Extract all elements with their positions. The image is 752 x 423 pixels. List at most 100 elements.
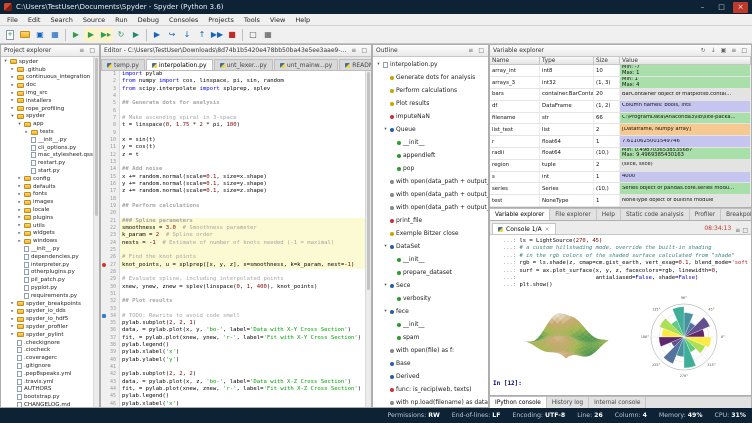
project-tree-item[interactable]: .checkignore — [1, 339, 93, 347]
run-icon[interactable]: ▶ — [69, 28, 83, 42]
dock-tab-static-code-analysis[interactable]: Static code analysis — [621, 209, 690, 220]
project-tree-item[interactable]: ▸continuous_integration — [1, 74, 93, 82]
gutter-line-number[interactable]: 32 — [101, 298, 120, 305]
project-tree-item[interactable]: dependencies.py — [1, 253, 93, 261]
project-tree-item[interactable]: ▸defaults — [1, 183, 93, 191]
editor-line[interactable]: 8t = linspace(0, 1.75 * 2 * pi, 100) — [101, 122, 365, 129]
outline-item[interactable]: ▾Queue — [373, 123, 488, 136]
project-tree-item[interactable]: .pep8speaks.yml — [1, 370, 93, 378]
project-tree-item[interactable]: pyplot.py — [1, 284, 93, 292]
project-scrollbar[interactable] — [93, 57, 99, 407]
gutter-line-number[interactable]: 38 — [101, 342, 120, 349]
project-tree-item[interactable]: ▸plugins — [1, 214, 93, 222]
outline-item[interactable]: Derived — [373, 370, 488, 383]
outline-item[interactable]: verbosity — [373, 292, 488, 305]
gutter-line-number[interactable]: 9 — [101, 130, 120, 137]
editor-line[interactable]: 7# Make ascending spiral in 3-space — [101, 115, 365, 122]
gutter-line-number[interactable]: 43 — [101, 379, 120, 386]
rerun-cell-icon[interactable]: ↻ — [114, 28, 128, 42]
column-header-size[interactable]: Size — [594, 57, 620, 64]
editor-line[interactable]: 18 — [101, 196, 365, 203]
menu-help[interactable]: Help — [290, 14, 315, 25]
project-tree-item[interactable]: start.py — [1, 167, 93, 175]
gutter-line-number[interactable]: 1 — [101, 71, 120, 78]
gutter-line-number[interactable]: 12 — [101, 152, 120, 159]
editor-line[interactable]: 2from numpy import cos, linspace, pi, si… — [101, 78, 365, 85]
run-selection-icon[interactable]: ▶ — [129, 28, 143, 42]
variable-value[interactable]: Min: 1 Max: 4 — [620, 77, 751, 88]
outline-item[interactable]: imputeNaN — [373, 110, 488, 123]
menu-file[interactable]: File — [2, 14, 23, 25]
project-tree-item[interactable]: ▾spyder — [1, 113, 93, 121]
editor-undock-icon[interactable]: □ — [360, 47, 368, 54]
variable-row[interactable]: rfloat6417.6110625001549746 — [490, 136, 751, 148]
dock-tab-help[interactable]: Help — [597, 209, 621, 220]
gutter-line-number[interactable]: 25 — [101, 247, 120, 254]
gutter-line-number[interactable]: 5 — [101, 100, 120, 107]
gutter-line-number[interactable]: 40 — [101, 357, 120, 364]
outline-undock-icon[interactable]: □ — [477, 47, 485, 54]
gutter-line-number[interactable]: 15 — [101, 174, 120, 181]
editor-line[interactable]: 20 — [101, 210, 365, 217]
continue-icon[interactable]: ▶▶ — [210, 28, 224, 42]
editor-line[interactable]: 22smoothness = 3.0 # Smoothness paramete… — [101, 225, 365, 232]
project-tree-item[interactable]: ▸spyder_profiler — [1, 323, 93, 331]
save-icon[interactable]: ▣ — [33, 28, 47, 42]
project-tree-item[interactable]: ▸spyder_io_hdf5 — [1, 315, 93, 323]
editor-line[interactable]: 1import pylab — [101, 71, 365, 78]
project-tree-item[interactable]: ▸installers — [1, 97, 93, 105]
variable-row[interactable]: dfDataFrame(1, 2)Column names: bools, in… — [490, 101, 751, 113]
gutter-line-number[interactable]: 24 — [101, 240, 120, 247]
editor-line[interactable]: 25 — [101, 247, 365, 254]
outline-item[interactable]: ▾Sece — [373, 279, 488, 292]
step-over-icon[interactable]: ↪ — [165, 28, 179, 42]
variable-refresh-icon[interactable]: ↻ — [700, 47, 707, 54]
project-tree-item[interactable]: ▸.github — [1, 66, 93, 74]
project-tree-item[interactable]: .ciocheck — [1, 346, 93, 354]
editor-tab-readme-md[interactable]: README.md — [339, 59, 371, 70]
gutter-line-number[interactable]: 44 — [101, 386, 120, 393]
gutter-line-number[interactable]: 4 — [101, 93, 120, 100]
maximize-button[interactable]: □ — [714, 2, 729, 13]
gutter-line-number[interactable]: 6 — [101, 108, 120, 115]
gutter-line-number[interactable]: 18 — [101, 196, 120, 203]
project-tree-item[interactable]: ▾app — [1, 120, 93, 128]
project-tree-item[interactable]: AUTHORS — [1, 385, 93, 393]
project-tree-item[interactable]: CHANGELOG.md — [1, 401, 93, 407]
project-tree-item[interactable]: .coveragerc — [1, 354, 93, 362]
editor-line[interactable]: 16y += random.normal(scale=0.1, size=y.s… — [101, 181, 365, 188]
menu-edit[interactable]: Edit — [23, 14, 46, 25]
editor-line[interactable]: 10x = sin(t) — [101, 137, 365, 144]
editor-line[interactable]: 19## Perform calculations — [101, 203, 365, 210]
outline-item[interactable]: ▾interpolation.py — [373, 58, 488, 71]
console-tab[interactable]: Console 1/A × — [492, 223, 556, 234]
project-tree-item[interactable]: cli_options.py — [1, 144, 93, 152]
editor-line[interactable]: 14## Add noise — [101, 166, 365, 173]
project-tree-item[interactable]: mac_stylesheet.qss — [1, 152, 93, 160]
gutter-line-number[interactable]: 42 — [101, 371, 120, 378]
gutter-line-number[interactable]: 16 — [101, 181, 120, 188]
stop-icon[interactable]: ■ — [225, 28, 239, 42]
editor-line[interactable]: 5## Generate dots for analysis — [101, 100, 365, 107]
editor-line[interactable]: 43data, = pylab.plot(x, z, 'bo-', label=… — [101, 379, 365, 386]
variable-row[interactable]: seriesSeries(10,)Series object of pandas… — [490, 183, 751, 195]
variable-value[interactable]: NoneType object of builtins module — [620, 195, 751, 206]
gutter-line-number[interactable]: 23 — [101, 232, 120, 239]
project-tree-item[interactable]: pil_patch.py — [1, 276, 93, 284]
variable-value[interactable]: 4000 — [620, 172, 751, 183]
variable-value[interactable]: [Dataframe, Numpy array] — [620, 124, 751, 135]
menu-view[interactable]: View — [265, 14, 290, 25]
gutter-line-number[interactable]: 19 — [101, 203, 120, 210]
console-prompt-line[interactable]: In [12]: — [493, 380, 748, 388]
console-undock-icon[interactable]: □ — [741, 227, 749, 234]
gutter-line-number[interactable]: 31 — [101, 291, 120, 298]
menu-source[interactable]: Source — [78, 14, 110, 25]
project-tree-item[interactable]: ▸spyder_breakpoints — [1, 300, 93, 308]
outline-item[interactable]: with open(data_path + output_file_n... — [373, 201, 488, 214]
gutter-line-number[interactable]: 20 — [101, 210, 120, 217]
editor-line[interactable]: 9 — [101, 130, 365, 137]
gutter-line-number[interactable]: 22 — [101, 225, 120, 232]
gutter-line-number[interactable]: 7 — [101, 115, 120, 122]
new-file-icon[interactable]: + — [3, 28, 17, 42]
editor-line[interactable]: 34# TODO: Rewrite to avoid code smell — [101, 313, 365, 320]
